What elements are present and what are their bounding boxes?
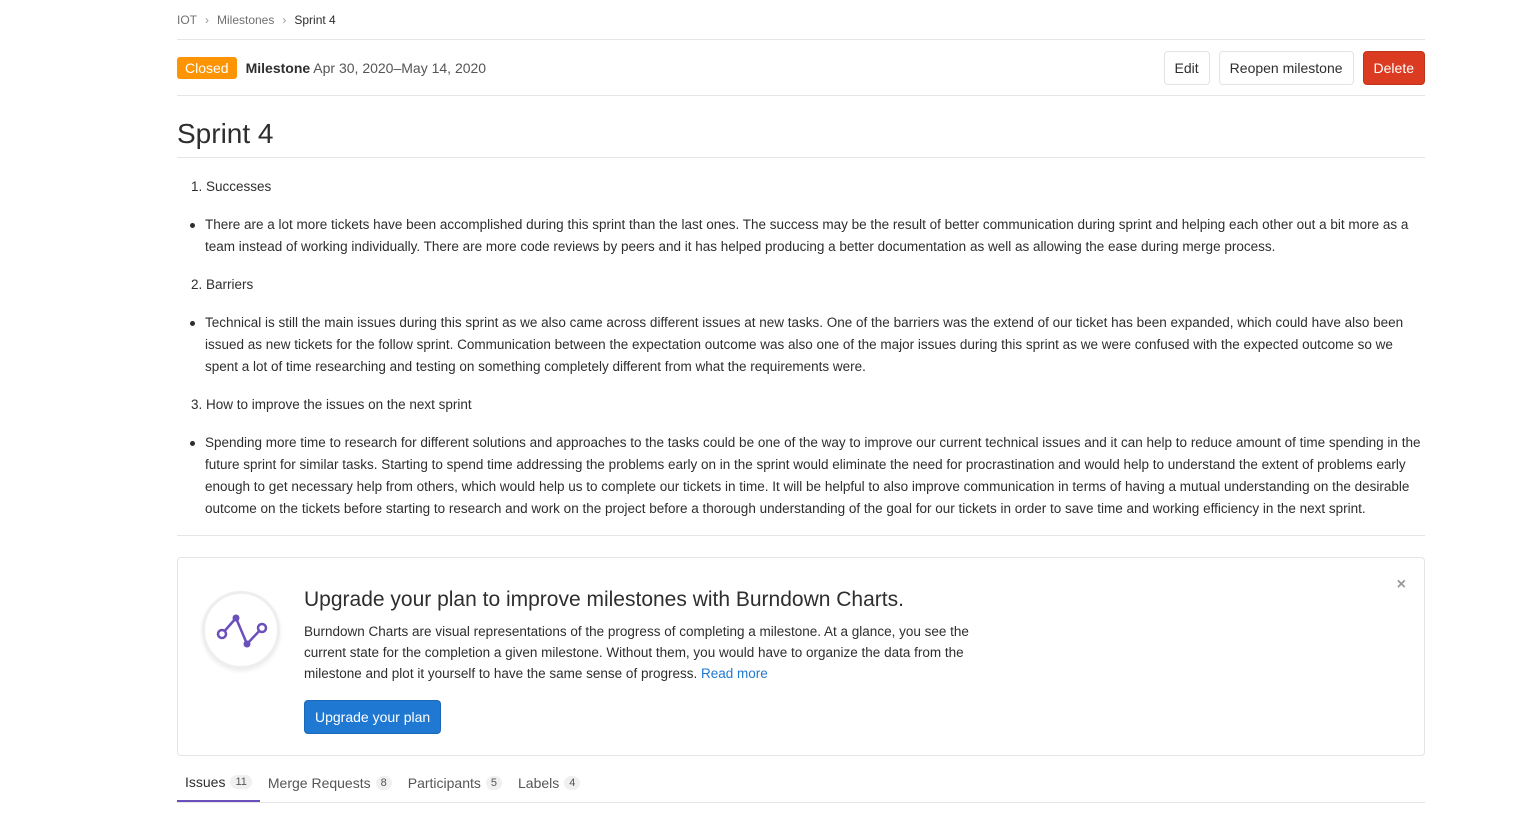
tab-label: Labels (518, 774, 560, 791)
tab-labels[interactable]: Labels 4 (510, 763, 588, 802)
tab-count-badge: 11 (230, 774, 252, 789)
tab-count-badge: 5 (485, 775, 503, 790)
description-bullet-successes: There are a lot more tickets have been a… (177, 214, 1425, 258)
callout-body: Burndown Charts are visual representatio… (304, 624, 969, 681)
status-badge: Closed (177, 56, 237, 79)
description-bullet-improve: Spending more time to research for diffe… (177, 432, 1425, 520)
reopen-milestone-button[interactable]: Reopen milestone (1218, 50, 1354, 85)
description-heading-improve: 3. How to improve the issues on the next… (191, 397, 472, 412)
description-heading-successes: 1. Successes (191, 179, 272, 194)
tab-label: Merge Requests (267, 774, 371, 791)
milestone-label: Milestone (245, 59, 311, 76)
breadcrumb-current[interactable]: Sprint 4 (294, 13, 335, 27)
chevron-right-icon: › (205, 12, 209, 27)
page-title: Sprint 4 (177, 96, 1425, 158)
tab-count-badge: 4 (564, 775, 581, 790)
milestone-header: Closed Milestone Apr 30, 2020–May 14, 20… (177, 40, 1425, 96)
tab-label: Participants (407, 774, 481, 791)
edit-button[interactable]: Edit (1163, 50, 1210, 85)
callout-text: Burndown Charts are visual representatio… (304, 621, 1014, 684)
milestone-tabs: Issues 11 Merge Requests 8 Participants … (177, 763, 1425, 803)
burndown-upgrade-callout: Upgrade your plan to improve milestones … (177, 557, 1425, 756)
upgrade-plan-button[interactable]: Upgrade your plan (304, 700, 442, 734)
description-list: Spending more time to research for diffe… (177, 432, 1425, 520)
milestone-dates: Milestone Apr 30, 2020–May 14, 2020 (246, 60, 487, 76)
burndown-chart-icon (202, 591, 280, 669)
tab-label: Issues (185, 773, 226, 790)
description-list: There are a lot more tickets have been a… (177, 214, 1425, 258)
tab-issues[interactable]: Issues 11 (177, 763, 260, 802)
close-icon[interactable]: × (1397, 576, 1406, 594)
callout-heading: Upgrade your plan to improve milestones … (304, 588, 904, 611)
read-more-link[interactable]: Read more (701, 666, 768, 681)
breadcrumb-project-link[interactable]: IOT (177, 13, 197, 27)
chevron-right-icon: › (282, 12, 287, 27)
milestone-description: 1. Successes There are a lot more ticket… (177, 158, 1425, 536)
breadcrumb-milestones-link[interactable]: Milestones (217, 13, 274, 27)
delete-button[interactable]: Delete (1362, 50, 1425, 85)
milestone-date-range: Apr 30, 2020–May 14, 2020 (313, 59, 487, 76)
description-heading-barriers: 2. Barriers (191, 277, 254, 292)
description-list: Technical is still the main issues durin… (177, 312, 1425, 378)
tab-count-badge: 8 (375, 775, 392, 790)
tab-merge-requests[interactable]: Merge Requests 8 (260, 763, 400, 802)
description-bullet-barriers: Technical is still the main issues durin… (177, 312, 1425, 378)
milestone-page: IOT › Milestones › Sprint 4 Closed Miles… (177, 0, 1425, 803)
breadcrumb: IOT › Milestones › Sprint 4 (177, 0, 1425, 40)
tab-participants[interactable]: Participants 5 (400, 763, 510, 802)
